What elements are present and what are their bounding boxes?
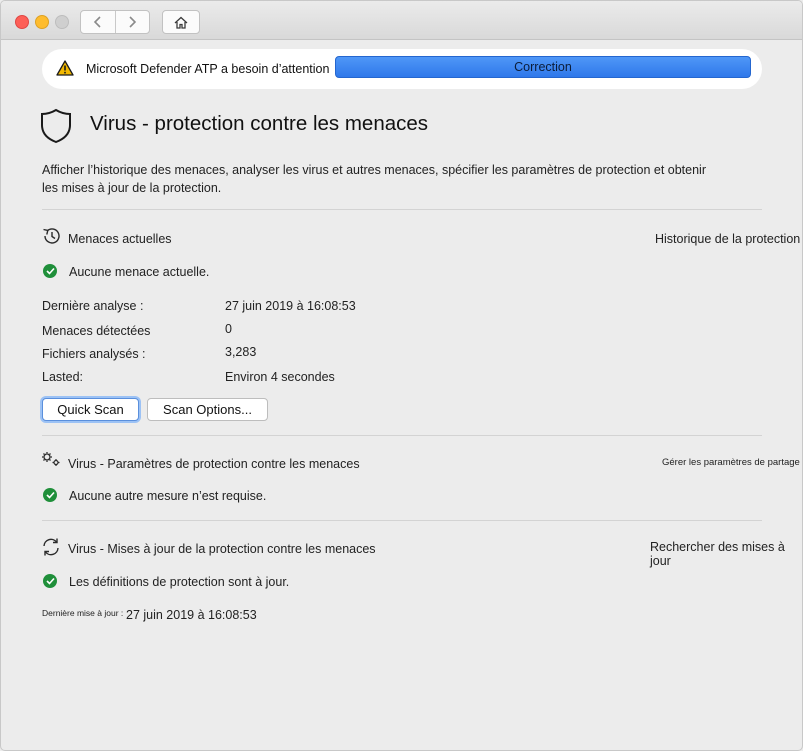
files-scanned-label: Fichiers analysés : <box>42 347 146 361</box>
shield-icon <box>41 108 71 144</box>
app-window: Microsoft Defender ATP a besoin d’attent… <box>0 0 803 751</box>
protection-history-link[interactable]: Historique de la protection <box>655 232 800 246</box>
divider <box>42 209 762 210</box>
threats-detected-value: 0 <box>225 322 232 336</box>
current-threats-title: Menaces actuelles <box>68 232 172 246</box>
close-window-button[interactable] <box>15 15 29 29</box>
gears-icon <box>42 452 60 466</box>
banner-message: Microsoft Defender ATP a besoin d’attent… <box>86 62 330 76</box>
home-icon <box>174 16 188 29</box>
last-scan-label: Dernière analyse : <box>42 299 144 313</box>
last-scan-value: 27 juin 2019 à 16:08:53 <box>225 299 356 313</box>
lasted-label: Lasted: <box>42 370 84 384</box>
settings-status: Aucune autre mesure n’est requise. <box>69 489 267 503</box>
chevron-right-icon <box>129 16 137 28</box>
last-update-label: Dernière mise à jour : <box>42 608 124 618</box>
last-update-value: 27 juin 2019 à 16:08:53 <box>126 608 257 622</box>
divider <box>42 435 762 436</box>
chevron-left-icon <box>93 16 101 28</box>
home-button[interactable] <box>162 10 200 34</box>
current-threats-status: Aucune menace actuelle. <box>69 265 210 279</box>
check-circle-icon <box>43 488 57 502</box>
page-description: Afficher l’historique des menaces, analy… <box>42 163 706 195</box>
files-scanned-value: 3,283 <box>225 345 257 359</box>
refresh-icon <box>43 538 59 556</box>
check-updates-link[interactable]: Rechercher des mises à jour <box>650 540 802 568</box>
updates-status: Les définitions de protection sont à jou… <box>69 575 290 589</box>
attention-banner: Microsoft Defender ATP a besoin d’attent… <box>42 49 762 89</box>
minimize-window-button[interactable] <box>35 15 49 29</box>
page-title: Virus - protection contre les menaces <box>90 112 429 135</box>
correction-button[interactable]: Correction <box>335 56 751 78</box>
titlebar <box>1 1 802 40</box>
scan-options-button[interactable]: Scan Options... <box>147 398 268 421</box>
forward-button[interactable] <box>114 11 150 33</box>
lasted-value: Environ 4 secondes <box>225 370 335 384</box>
updates-title: Virus - Mises à jour de la protection co… <box>68 542 376 556</box>
history-icon <box>43 228 60 244</box>
settings-title: Virus - Paramètres de protection contre … <box>68 457 360 471</box>
warning-icon <box>56 60 74 76</box>
navigation-buttons <box>80 10 150 34</box>
zoom-window-button[interactable] <box>55 15 69 29</box>
check-circle-icon <box>43 574 57 588</box>
check-circle-icon <box>43 264 57 278</box>
quick-scan-button[interactable]: Quick Scan <box>42 398 139 421</box>
back-button[interactable] <box>81 11 115 33</box>
threats-detected-label: Menaces détectées <box>42 324 151 338</box>
divider <box>42 520 762 521</box>
manage-sharing-link[interactable]: Gérer les paramètres de partage <box>662 457 800 468</box>
